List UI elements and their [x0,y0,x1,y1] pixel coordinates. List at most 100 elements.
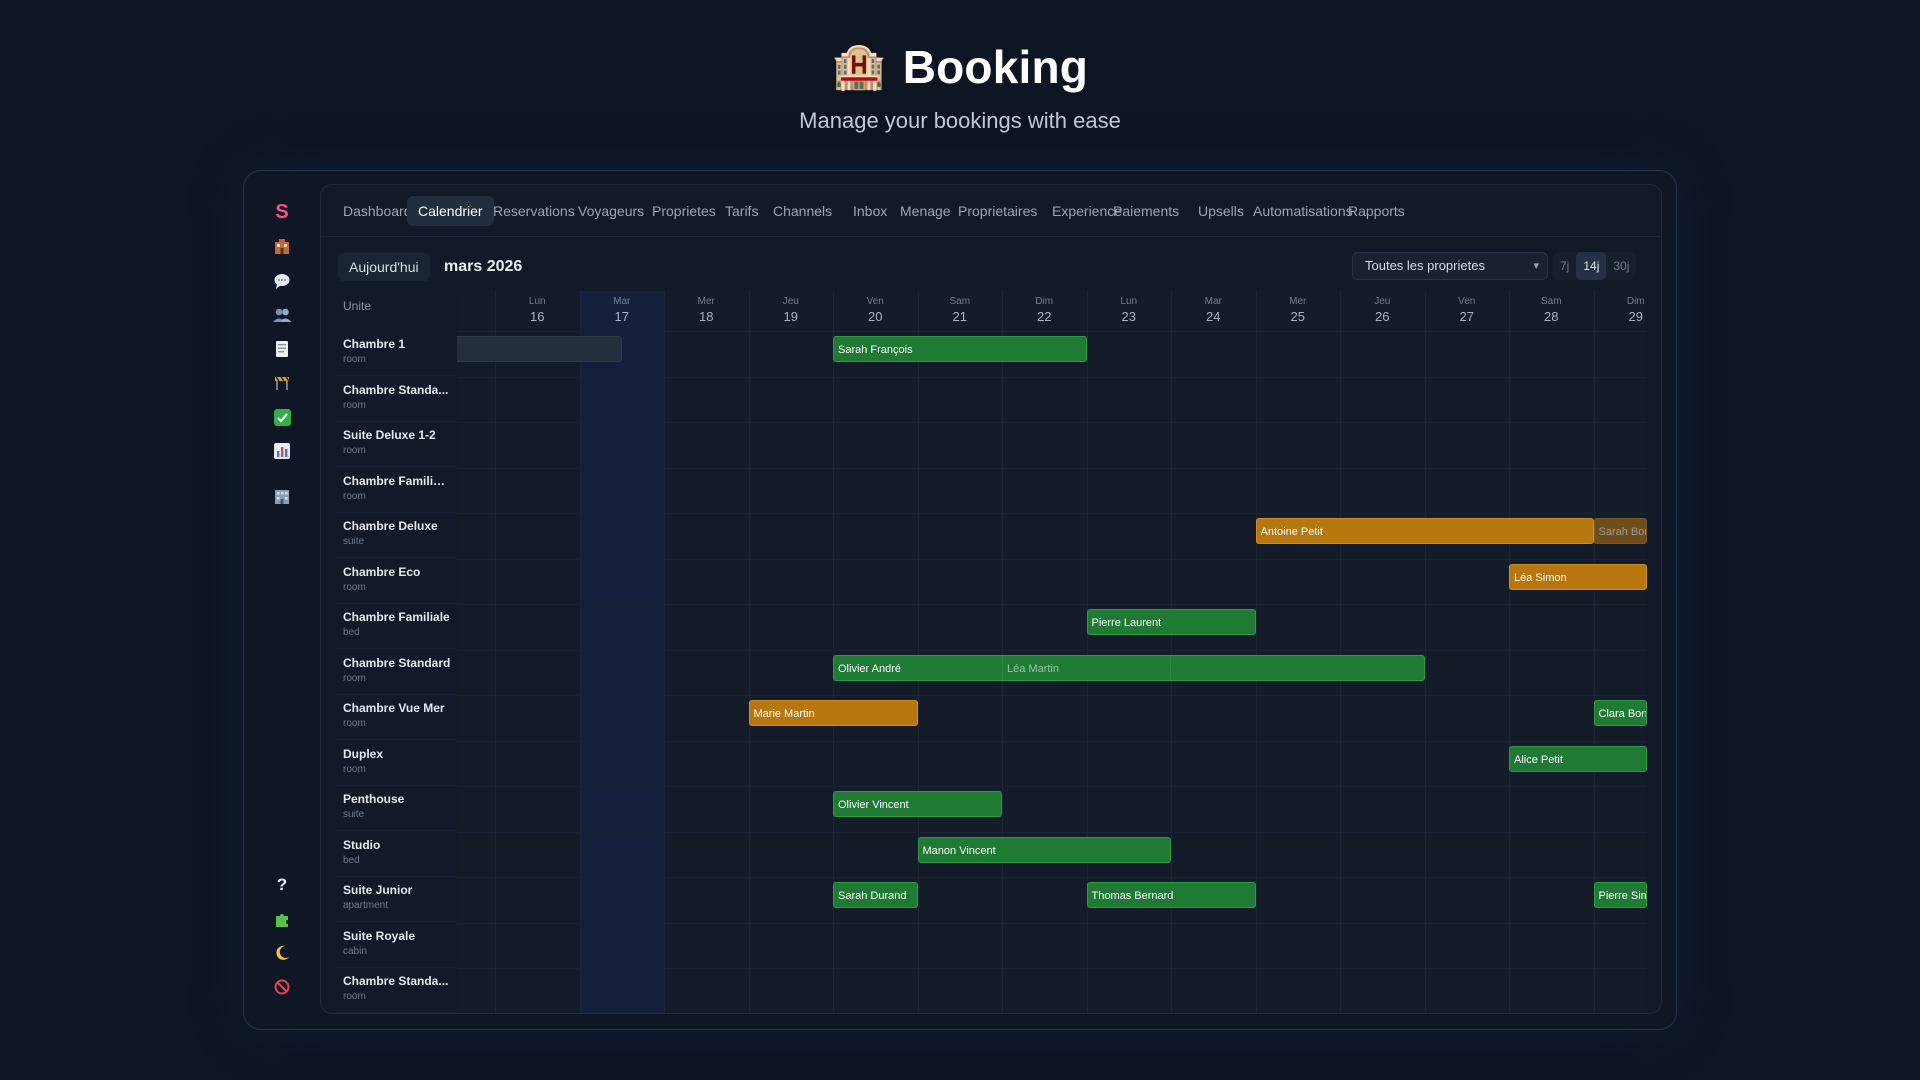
property-select-value: Toutes les proprietes [1365,258,1485,273]
booking-bar[interactable]: Pierre Laurent [1086,609,1256,635]
day-column[interactable] [917,291,1003,1013]
range-7j-button[interactable]: 7j [1553,252,1576,280]
tab-paiements[interactable]: Paiements [1102,196,1190,226]
tab-rapports[interactable]: Rapports [1337,196,1416,226]
day-header: Dim 29 [1594,291,1648,331]
booking-bar[interactable]: Olivier Vincent [833,791,1002,817]
row-divider [457,558,1647,560]
unit-type: room [343,718,366,729]
day-column[interactable] [1002,291,1087,1013]
tab-channels[interactable]: Channels [762,196,843,226]
users-icon[interactable] [261,299,303,331]
booking-bar[interactable]: Pierre Simon [1593,882,1647,908]
unit-type: cabin [343,945,367,957]
check-icon[interactable] [261,401,303,433]
unit-row[interactable]: Chambre Eco room [337,559,457,604]
booking-bar[interactable]: Sarah Durand [833,882,918,908]
day-column[interactable] [1424,291,1510,1013]
day-column[interactable] [495,291,580,1013]
unit-row[interactable]: Chambre Familial... room [337,468,457,513]
booking-bar[interactable]: Léa Simon [1509,563,1647,590]
tab-proprietaires[interactable]: Proprietaires [947,196,1048,226]
day-header: Dim 22 [1002,291,1087,331]
day-header: Jeu 19 [749,291,834,331]
day-column[interactable] [1340,291,1425,1013]
row-divider [457,467,1647,469]
unit-type: room [343,445,366,456]
row-divider [457,695,1647,696]
day-column[interactable] [748,291,834,1013]
unit-row[interactable]: Suite Deluxe 1-2 room [337,422,457,467]
power-icon[interactable] [261,971,303,1003]
app-logo[interactable]: S [261,196,303,228]
document-icon[interactable] [261,333,303,365]
chat-icon[interactable] [261,265,303,297]
day-dow: Mer [697,296,715,307]
booking-bar[interactable]: Sarah Bonnet [1593,518,1647,544]
booking-bar[interactable]: Antoine Petit [1255,518,1594,544]
unit-row[interactable]: Chambre Standa... room [337,377,457,422]
row-divider [457,831,1647,833]
unit-row[interactable]: Penthouse suite [337,786,457,831]
day-dow: Jeu [782,296,799,307]
day-columns: Lun 16 Mar 17 Mer 18 Jeu 19 Ven 20 Sam 21 Dim 22 Lun 23… [457,291,1648,1013]
today-button[interactable]: Aujourd'hui [338,253,430,281]
unit-name: Chambre Standa... [343,382,449,397]
tab-calendrier[interactable]: Calendrier [407,196,494,226]
unit-row[interactable]: Chambre 1 room [337,331,457,376]
day-dow: Dim [1035,296,1054,307]
building-icon[interactable] [261,480,303,512]
chart-icon[interactable] [261,435,303,467]
puzzle-icon[interactable] [261,903,303,935]
day-num: 27 [1459,309,1474,324]
booking-bar[interactable]: Manon Vincent [917,836,1171,863]
booking-bar[interactable]: Léa Martin [1002,654,1171,681]
unit-type: bed [343,854,360,866]
day-column[interactable] [1509,291,1594,1013]
day-dow: Mar [1204,296,1222,307]
day-column[interactable] [664,291,749,1013]
day-num: 19 [783,309,798,324]
range-toggle: 7j 14j 30j [1553,252,1637,280]
day-header: Lun 23 [1087,291,1172,331]
unit-row[interactable]: Duplex room [337,741,457,786]
hotel-icon[interactable] [261,231,303,263]
page-subtitle: Manage your bookings with ease [799,108,1121,133]
day-num: 18 [699,309,714,324]
range-30j-button[interactable]: 30j [1606,252,1636,280]
help-icon[interactable]: ? [261,869,303,901]
unit-row[interactable]: Suite Junior apartment [337,877,457,922]
top-nav: Dashboard Calendrier Reservations Voyageurs… [321,185,1661,237]
unit-row[interactable]: Chambre Vue Mer room [337,695,457,740]
day-num: 23 [1121,309,1136,324]
unit-row[interactable]: Chambre Standa... room [337,968,457,1013]
booking-bar[interactable]: Clara Bonnet [1593,700,1647,726]
day-dow: Ven [1458,296,1476,307]
day-header: Ven 20 [833,291,918,331]
unit-type: bed [343,627,360,638]
day-column[interactable] [1255,291,1341,1013]
unit-row[interactable]: Chambre Familiale bed [337,604,457,649]
unit-row[interactable]: Studio bed [337,832,457,877]
unit-name: Chambre Vue Mer [343,701,445,715]
unit-row[interactable]: Suite Royale cabin [337,923,457,968]
booking-bar[interactable]: Alice Petit [1509,745,1647,772]
unit-row[interactable]: Chambre Standard room [337,650,457,695]
range-14j-button[interactable]: 14j [1576,252,1607,280]
unit-type: room [343,581,366,593]
booking-bar[interactable]: Marie Martin [748,700,918,726]
day-header: Mer 25 [1256,291,1341,331]
booking-bar[interactable]: Thomas Bernard [1086,882,1256,908]
unit-row[interactable]: Chambre Deluxe suite [337,513,457,558]
construction-icon[interactable] [261,367,303,399]
moon-icon[interactable] [261,937,303,969]
calendar-grid: Unite Chambre 1 room Chambre Standa... room… [337,291,1648,1013]
day-column[interactable] [579,291,664,1013]
unit-type: suite [343,536,365,547]
unit-name: Studio [343,837,381,852]
row-divider [457,786,1647,787]
booking-bar[interactable]: Sarah François [833,336,1087,362]
blocked-period[interactable] [457,336,622,362]
day-dow: Mer [1289,296,1307,307]
property-select[interactable]: Toutes les proprietes ▾ [1352,252,1548,280]
